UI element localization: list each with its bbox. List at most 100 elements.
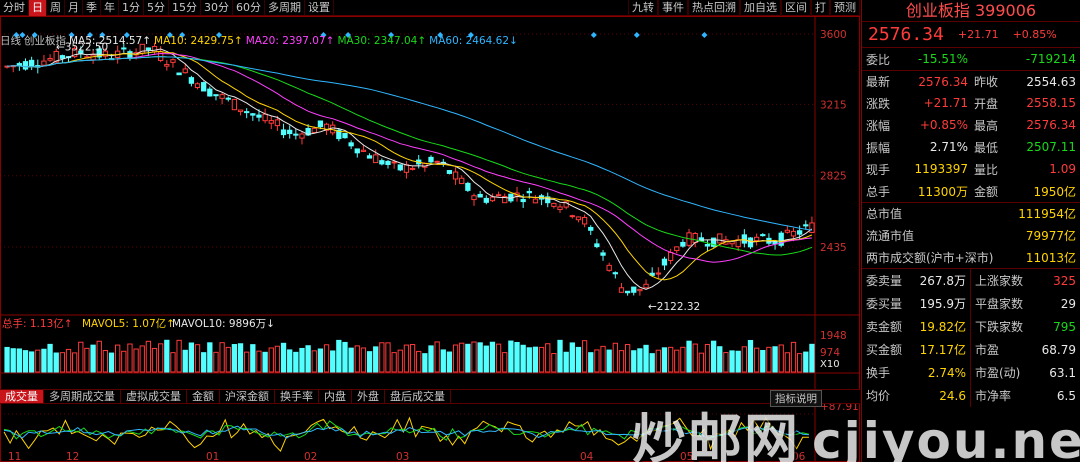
market-value: 79977亿 <box>1025 228 1076 243</box>
indicator-tab[interactable]: 外盘 <box>352 390 385 403</box>
indicator-tab[interactable]: 内盘 <box>319 390 352 403</box>
quote-panel: 创业板指 399006 2576.34 +21.71 +0.85% 委比 -15.… <box>861 0 1080 462</box>
volume-bar <box>59 352 66 373</box>
candle-down <box>612 272 618 275</box>
volume-bar <box>796 353 803 373</box>
volume-bar <box>373 346 379 373</box>
period-toolbar: 分时日周月季年 1分 5分 15分 30分 60分 多周期 设置 九转 事件 热点回溯 加自选 区间打预… <box>0 0 860 16</box>
volume-bar <box>121 350 127 373</box>
volume-bar <box>108 352 115 373</box>
volume-bar <box>305 345 311 373</box>
indicator-tab[interactable]: 金额 <box>187 390 220 403</box>
market-row: 总市值 111954亿 <box>862 202 1080 224</box>
market-cap-rows: 总市值 111954亿 流通市值 79977亿 两市成交额(沪市+深市) 11013亿 <box>862 202 1080 268</box>
period-tab[interactable]: 月 <box>65 0 83 16</box>
volume-bar <box>459 342 465 373</box>
period-tab[interactable]: 60分 <box>233 0 265 16</box>
period-tab[interactable]: 30分 <box>201 0 233 16</box>
volume-bar <box>710 340 717 373</box>
indicator-tab[interactable]: 换手率 <box>275 390 319 403</box>
volume-bar <box>538 346 545 373</box>
candle-down <box>213 94 219 97</box>
period-tab[interactable]: 分时 <box>0 0 29 16</box>
toolbar-action[interactable]: 事件 <box>658 0 688 16</box>
toolbar-action[interactable]: 九转 <box>628 0 658 16</box>
candle-down <box>803 224 809 227</box>
candle-up <box>459 177 465 185</box>
indicator-tab[interactable]: 沪深金额 <box>220 390 275 403</box>
volume-bar <box>600 345 606 373</box>
candle-up <box>403 164 410 173</box>
toolbar-action[interactable]: 热点回溯 <box>688 0 740 16</box>
candle-down <box>600 252 606 256</box>
price-axis-label: 3600 <box>820 29 847 41</box>
candle-up <box>170 59 176 63</box>
volume-bar <box>452 344 459 373</box>
candle-up <box>784 229 791 233</box>
volume-bar <box>692 343 698 373</box>
volume-bar <box>53 352 59 373</box>
ma30-line <box>7 56 813 256</box>
candle-down <box>201 82 207 92</box>
period-tab[interactable]: 年 <box>101 0 119 16</box>
volume-bar <box>280 342 287 373</box>
period-tab[interactable]: 多周期 <box>265 0 305 16</box>
stat-value: 63.1 <box>1049 365 1076 380</box>
volume-bar <box>35 349 41 373</box>
quote-row: 涨跌 +21.71 开盘 2558.15 <box>862 92 1080 114</box>
volume-bar <box>403 344 410 373</box>
ma5-legend: MA5: 2514.57↑ <box>69 35 152 47</box>
volume-bar <box>483 345 489 373</box>
candle-down <box>293 133 299 136</box>
watermark-cn: 炒邮网 <box>632 408 800 462</box>
volume-bar <box>65 348 72 373</box>
time-axis-label: 03 <box>396 451 409 462</box>
quote-label: 昨收 <box>974 75 999 89</box>
market-label: 总市值 <box>866 207 903 221</box>
candle-up <box>409 167 416 170</box>
quote-value: 2558.15 <box>1026 96 1076 110</box>
candle-up <box>41 60 47 66</box>
volume-bar <box>299 347 305 373</box>
volume-bar <box>784 352 791 373</box>
volume-bar <box>219 342 225 373</box>
period-tab[interactable]: 设置 <box>305 0 334 16</box>
period-tab[interactable]: 季 <box>83 0 101 16</box>
quote-value: 2576.34 <box>1026 118 1076 132</box>
stat-label: 换手 <box>866 366 891 380</box>
volume-bar <box>526 347 532 373</box>
stat-cell: 上涨家数 325 <box>971 269 1080 292</box>
candle-up <box>360 149 367 152</box>
volume-bar <box>225 346 231 373</box>
period-tab[interactable]: 5分 <box>144 0 169 16</box>
period-tab[interactable]: 1分 <box>119 0 144 16</box>
indicator-tab[interactable]: 成交量 <box>0 390 44 403</box>
candle-down <box>176 72 182 76</box>
period-tab[interactable]: 日 <box>29 0 47 16</box>
volume-bar <box>416 350 422 373</box>
toolbar-action[interactable]: 预测 <box>830 0 860 16</box>
volume-bar <box>704 343 711 373</box>
period-tab[interactable]: 15分 <box>169 0 201 16</box>
stat-value: 68.79 <box>1041 342 1076 357</box>
volume-bar <box>434 341 440 373</box>
time-axis-label: 02 <box>304 451 317 462</box>
volume-bar <box>557 339 563 373</box>
toolbar-action[interactable]: 打 <box>811 0 830 16</box>
stat-label: 市盈(动) <box>975 366 1021 380</box>
volume-bar <box>194 344 201 373</box>
market-value: 111954亿 <box>1018 207 1076 221</box>
indicator-tab[interactable]: 虚拟成交量 <box>121 390 187 403</box>
volume-bar <box>213 351 219 373</box>
quote-value: 11300万 <box>917 184 968 199</box>
period-tab[interactable]: 周 <box>47 0 65 16</box>
toolbar-action[interactable]: 区间 <box>781 0 811 16</box>
indicator-tab[interactable]: 多周期成交量 <box>44 390 121 403</box>
indicator-tab[interactable]: 盘后成交量 <box>385 390 451 403</box>
volume-unit: X10 <box>820 359 840 370</box>
candle-up <box>299 133 305 139</box>
toolbar-action[interactable]: 加自选 <box>740 0 781 16</box>
watermark-url: cjiyou.net <box>812 412 1080 462</box>
volume-bar <box>581 340 588 373</box>
quote-value: 1.09 <box>1049 162 1076 176</box>
